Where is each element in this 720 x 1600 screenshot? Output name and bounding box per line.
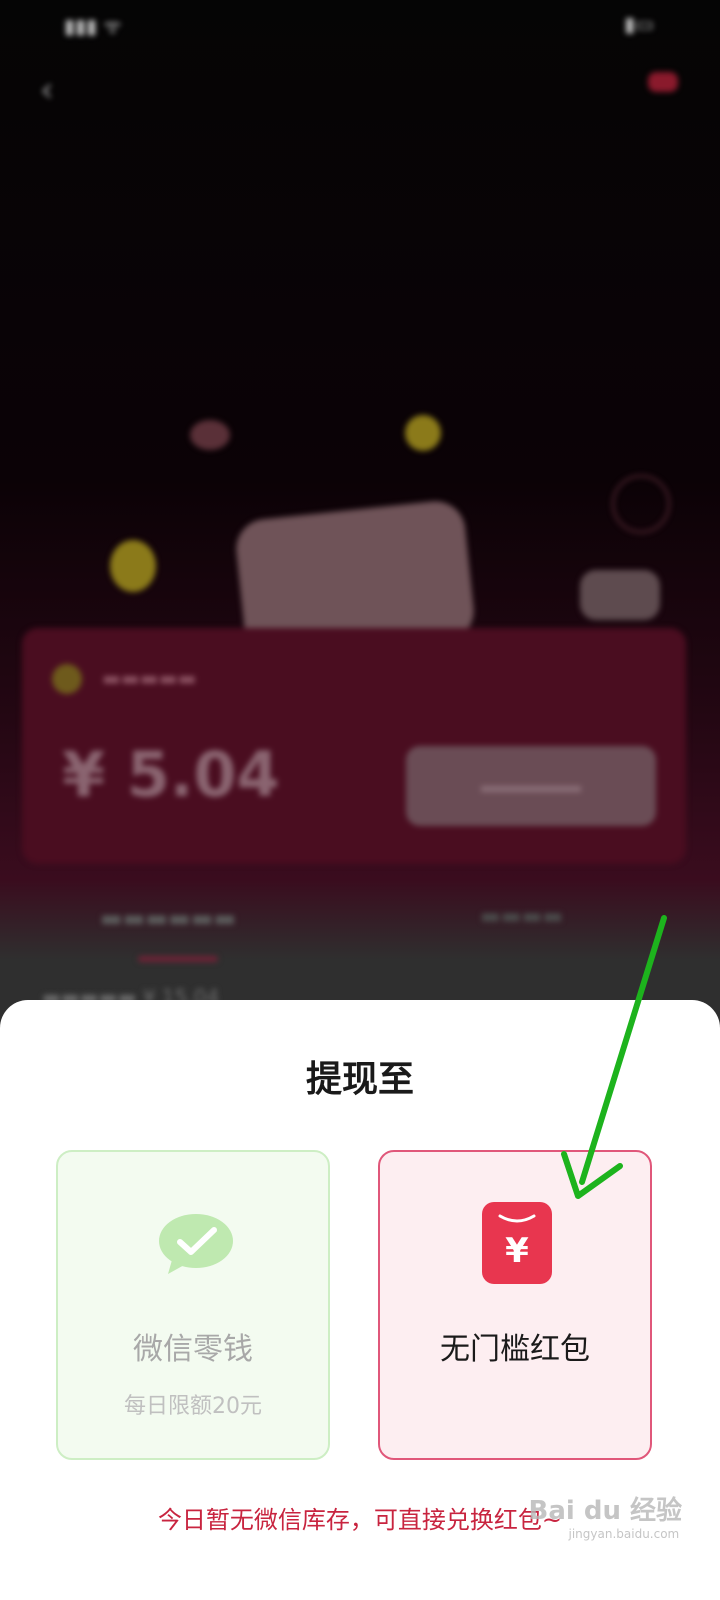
decor-shape (190, 420, 230, 450)
svg-text:¥: ¥ (505, 1231, 529, 1271)
carrier-signal: ▮▮▮ ᯤ (64, 14, 122, 38)
tab-underline (138, 956, 218, 962)
message-icon[interactable] (646, 70, 680, 98)
wechat-icon (159, 1214, 233, 1274)
tab-income-detail[interactable]: ▬▬▬▬▬▬ (100, 904, 236, 932)
balance-amount: ¥ 5.04 (62, 738, 280, 811)
balance-card: ▬▬▬▬▬ ¥ 5.04 ▬▬▬▬▬ (22, 628, 686, 864)
annotation-arrow-icon (561, 915, 667, 1199)
watermark-url: jingyan.baidu.com (568, 1527, 680, 1541)
status-bar: ▮▮▮ ᯤ ▮▭ (0, 0, 720, 50)
screen: ▮▮▮ ᯤ ▮▭ ‹ ▬▬▬▬▬ ¥ 5.04 ▬▬▬▬▬ ▬▬▬▬▬▬ ▬▬▬… (0, 0, 720, 1600)
option-title: 无门槛红包 (440, 1332, 590, 1367)
withdraw-button[interactable]: ▬▬▬▬▬ (406, 746, 656, 826)
back-arrow-icon[interactable]: ‹ (40, 70, 68, 110)
coin-icon (110, 540, 156, 592)
red-packet-icon: ¥ (482, 1202, 552, 1284)
battery-time: ▮▭ (624, 12, 654, 36)
watermark-brand: Bai du 经验 (528, 1496, 683, 1526)
option-title: 微信零钱 (133, 1332, 253, 1367)
gift-illustration (580, 570, 660, 620)
baidu-watermark: Bai du 经验 jingyan.baidu.com (529, 1490, 683, 1541)
coin-icon (52, 664, 82, 694)
tab-withdraw-record[interactable]: ▬▬▬▬ (480, 904, 563, 929)
balance-label: ▬▬▬▬▬ (102, 666, 197, 690)
option-wechat-change[interactable]: 微信零钱 每日限额20元 (56, 1150, 330, 1460)
coin-icon (405, 415, 441, 451)
hero-circle-button[interactable] (612, 475, 670, 533)
option-subtitle: 每日限额20元 (124, 1394, 262, 1419)
